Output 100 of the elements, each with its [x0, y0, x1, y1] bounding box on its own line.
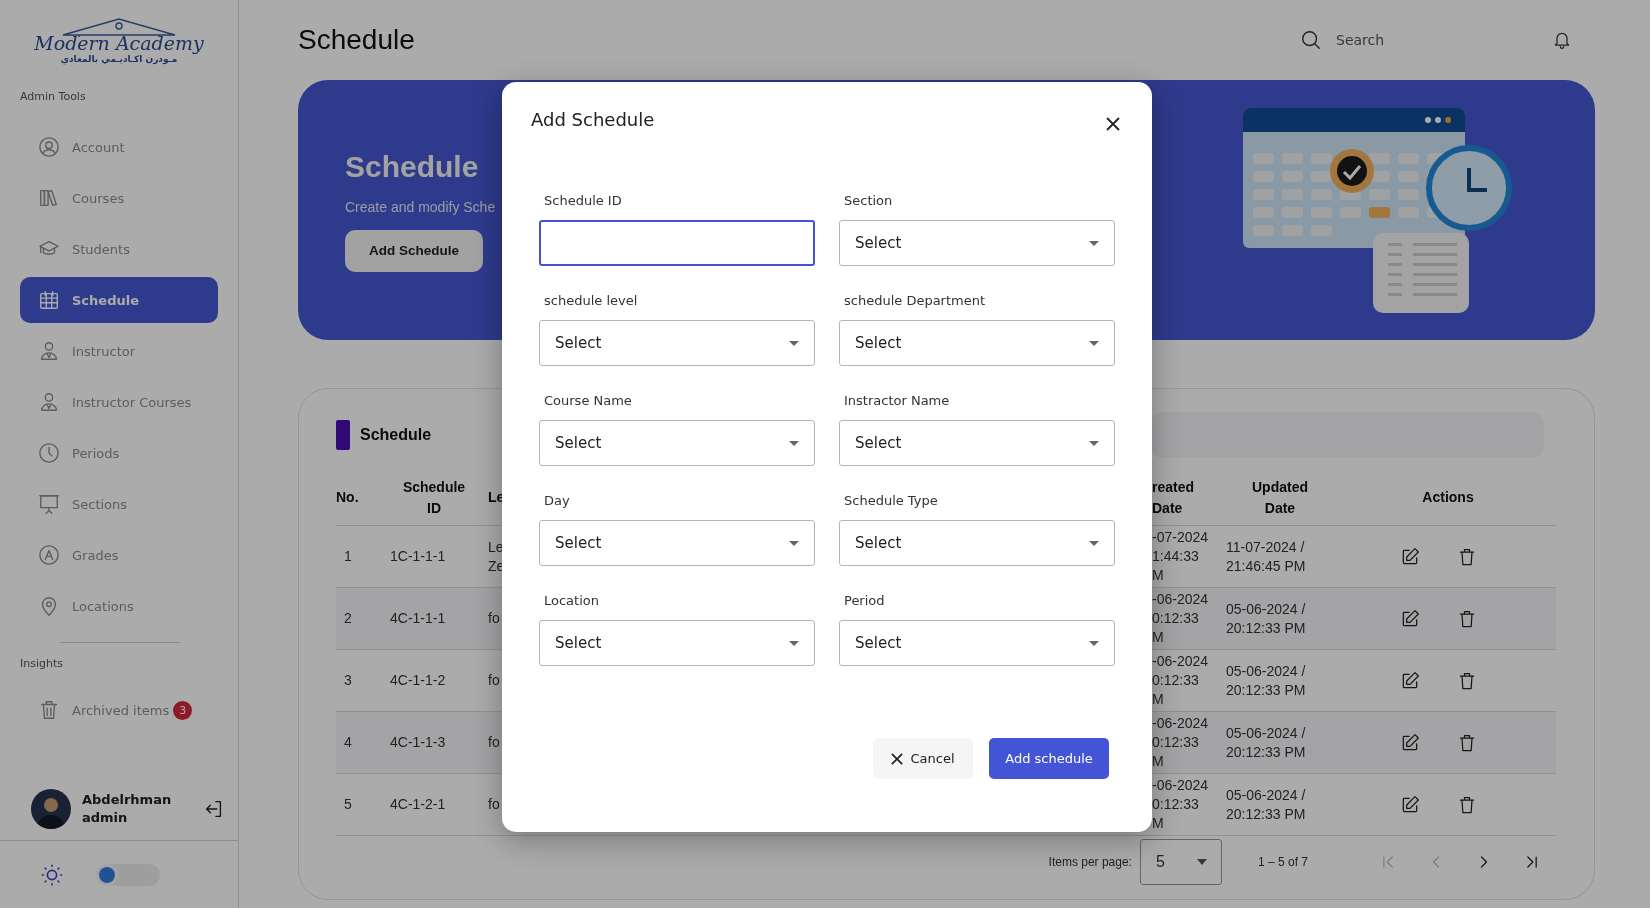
select-field[interactable]: Select	[839, 220, 1115, 266]
select-field[interactable]: Select	[539, 320, 815, 366]
table-cell-text: 05-06-2024 / 20:12:33 PM	[1225, 723, 1307, 762]
page-title: Schedule	[298, 24, 415, 56]
edit-icon[interactable]	[1400, 794, 1420, 815]
select-field[interactable]: Select	[839, 620, 1115, 666]
trash-icon[interactable]	[1457, 670, 1477, 691]
page-size-select[interactable]: 5	[1139, 839, 1222, 885]
select-field[interactable]: Select	[539, 420, 815, 466]
section-heading: Admin Tools	[20, 90, 87, 104]
table-cell-text: fo	[488, 609, 501, 628]
field-label: Location	[543, 592, 600, 610]
trash-icon[interactable]	[1457, 732, 1477, 753]
trash-icon[interactable]	[1457, 794, 1477, 815]
caret-icon	[1089, 540, 1099, 546]
table-cell-text: -07-2024 1:44:33 M	[1152, 528, 1210, 585]
table-cell-text: 4C-1-1-1	[389, 609, 447, 628]
submit-button[interactable]: Add schedule	[989, 738, 1109, 779]
caret-icon	[789, 640, 799, 646]
logo-subtitle: مـودرن اكـاديـمي بالمعادي	[60, 54, 178, 65]
table-cell-text: 05-06-2024 / 20:12:33 PM	[1225, 785, 1307, 824]
caret-icon	[789, 540, 799, 546]
sun-icon[interactable]	[41, 863, 63, 886]
caret-icon	[789, 440, 799, 446]
select-field[interactable]: Select	[839, 520, 1115, 566]
table-cell-text: 11-07-2024 / 21:46:45 PM	[1225, 537, 1307, 576]
person-icon	[38, 391, 60, 413]
table-cell-text: -06-2024 0:12:33 M	[1152, 590, 1210, 647]
column-header: reated Date	[1152, 477, 1196, 518]
calendar-icon	[38, 289, 60, 311]
table-cell-text: 4C-1-2-1	[389, 795, 447, 814]
field-label: Schedule ID	[543, 192, 623, 210]
table-cell-text: fo	[488, 733, 501, 752]
caret-icon	[1089, 640, 1099, 646]
user-role: admin	[82, 809, 129, 827]
table-cell-text: -06-2024 0:12:33 M	[1152, 652, 1210, 709]
search-field[interactable]: Search	[1334, 31, 1488, 49]
trash-icon	[38, 699, 60, 721]
field-label: schedule level	[543, 292, 639, 310]
field-label: Section	[843, 192, 894, 210]
table-cell-text: 05-06-2024 / 20:12:33 PM	[1225, 599, 1307, 638]
select-field[interactable]: Select	[539, 520, 815, 566]
table-cell-text: -06-2024 0:12:33 M	[1152, 776, 1210, 833]
table-cell-text: 4	[343, 733, 353, 752]
select-field[interactable]: Select	[839, 420, 1115, 466]
user-circle-icon	[38, 136, 60, 158]
select-field[interactable]: Select	[539, 620, 815, 666]
table-title: Schedule	[360, 426, 432, 444]
field-label: Day	[543, 492, 571, 510]
edit-icon[interactable]	[1400, 608, 1420, 629]
cancel-button[interactable]: Cancel	[873, 738, 973, 779]
column-header: Actions	[1421, 488, 1475, 507]
table-cell-text: 2	[343, 609, 353, 628]
user-name: Abdelrhman	[82, 791, 173, 809]
toggle-switch[interactable]	[96, 863, 160, 886]
count-badge: 3	[173, 700, 193, 720]
field-label: Instractor Name	[843, 392, 951, 410]
edit-icon[interactable]	[1400, 732, 1420, 753]
table-cell-text: 05-06-2024 / 20:12:33 PM	[1225, 661, 1307, 700]
bell-icon[interactable]	[1552, 30, 1572, 50]
trash-icon[interactable]	[1457, 608, 1477, 629]
add-schedule-button[interactable]: Add Schedule	[345, 229, 483, 272]
person-icon	[38, 340, 60, 362]
presentation-board-icon	[38, 493, 60, 515]
close-icon	[891, 752, 904, 765]
close-icon[interactable]	[1106, 117, 1120, 131]
banner-subtitle: Create and modify Sche	[345, 198, 496, 215]
dialog-title: Add Schedule	[531, 108, 656, 132]
field-label: Period	[843, 592, 886, 610]
caret-icon	[1089, 240, 1099, 246]
sidebar-item[interactable]: Schedule	[20, 277, 218, 323]
sidebar-item[interactable]: Archived items 3	[20, 687, 218, 733]
select-field[interactable]: Select	[839, 320, 1115, 366]
a-circle-icon	[38, 544, 60, 566]
page-size-label: Items per page:	[1048, 855, 1132, 869]
avatar	[31, 789, 71, 829]
edit-icon[interactable]	[1400, 670, 1420, 691]
table-cell-text: 1	[343, 547, 353, 566]
books-icon	[38, 187, 60, 209]
edit-icon[interactable]	[1400, 546, 1420, 567]
section-heading: Insights	[20, 657, 64, 671]
column-header: Updated Date	[1251, 477, 1309, 518]
column-header: No.	[336, 488, 360, 507]
field-label: schedule Department	[843, 292, 987, 310]
page-range: 1 – 5 of 7	[1257, 855, 1308, 869]
search-icon[interactable]	[1300, 29, 1322, 51]
clock-icon	[38, 442, 60, 464]
table-cell-text: 5	[343, 795, 353, 814]
input-field[interactable]	[539, 220, 815, 266]
caret-icon	[1089, 440, 1099, 446]
table-cell-text: fo	[488, 671, 501, 690]
table-cell-text: 1C-1-1-1	[389, 547, 447, 566]
field-label: Schedule Type	[843, 492, 939, 510]
table-cell-text: 3	[343, 671, 353, 690]
table-cell-text: -06-2024 0:12:33 M	[1152, 714, 1210, 771]
table-cell-text: fo	[488, 795, 501, 814]
trash-icon[interactable]	[1457, 546, 1477, 567]
column-header: Schedule ID	[401, 477, 467, 518]
filter-field[interactable]	[1151, 412, 1544, 458]
table-cell-text: 4C-1-1-3	[389, 733, 447, 752]
